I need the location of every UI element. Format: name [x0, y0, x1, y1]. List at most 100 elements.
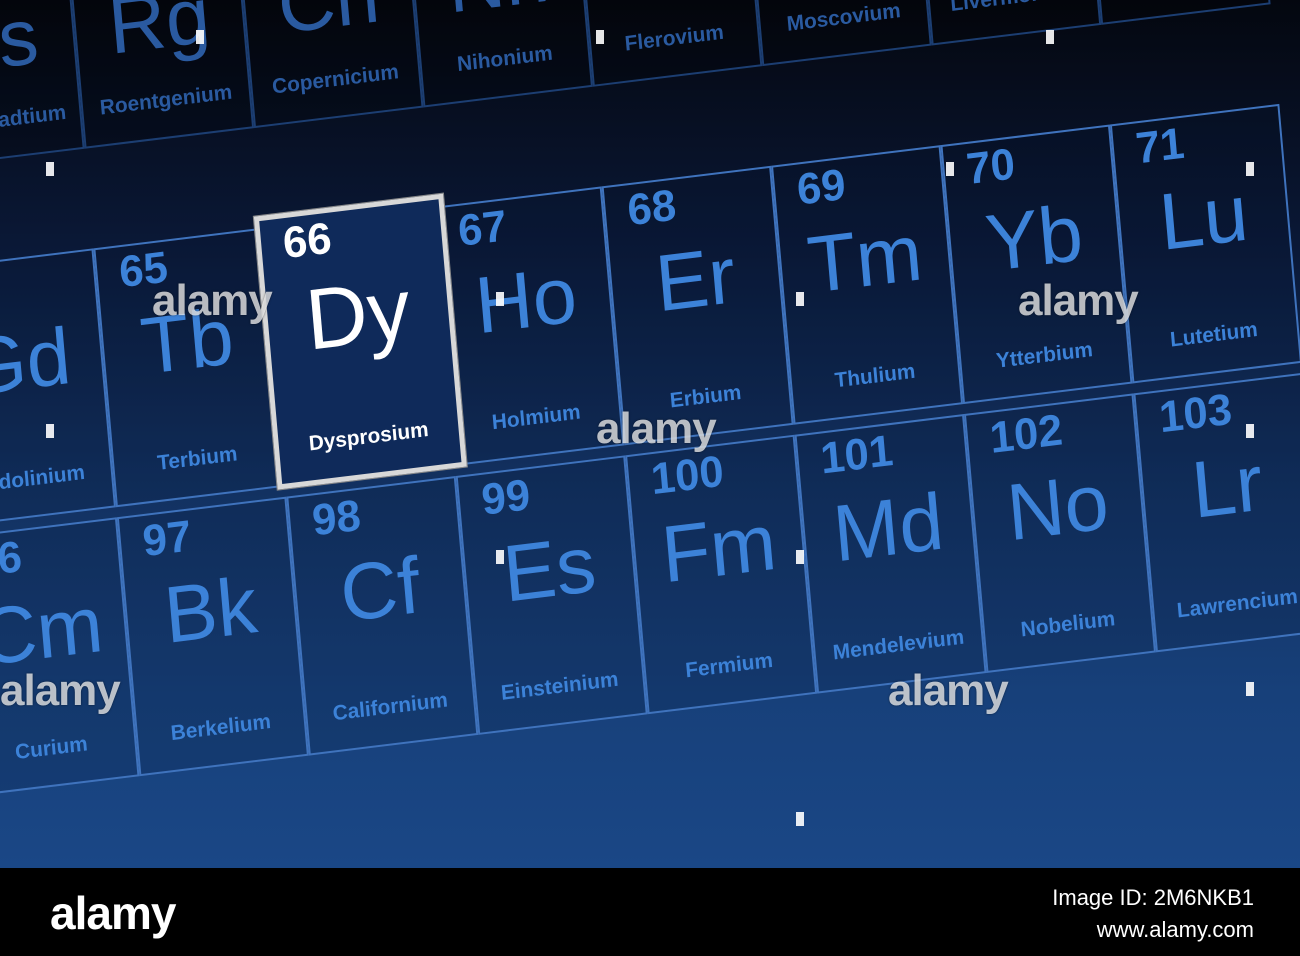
element-symbol: Lr	[1188, 437, 1266, 535]
element-symbol: Ds	[0, 0, 42, 92]
element-name: Californium	[331, 688, 449, 726]
element-name: Lawrencium	[1175, 584, 1299, 623]
element-cell: 102 No Nobelium	[963, 393, 1156, 674]
element-name: Einsteinium	[500, 667, 620, 705]
watermark: alamy	[1018, 276, 1139, 325]
atomic-number: 68	[625, 180, 679, 236]
atomic-number: 96	[0, 532, 24, 587]
element-cell: 101 Md Mendelevium	[794, 414, 987, 694]
element-cell: 103 Lr Lawrencium	[1133, 372, 1300, 653]
atomic-number: 100	[649, 446, 726, 505]
element-name: Holmium	[490, 400, 582, 435]
element-cell: 98 Cf Californium	[286, 475, 479, 756]
element-name: Copernicium	[271, 60, 400, 99]
element-name: Nihonium	[456, 41, 554, 77]
watermark: alamy	[152, 276, 273, 325]
site-url: www.alamy.com	[1096, 916, 1254, 942]
element-cell: 115McMoscovium	[743, 0, 932, 67]
atomic-number: 101	[818, 425, 896, 484]
element-symbol: Lu	[1155, 167, 1252, 267]
stock-footer: alamy Image ID: 2M6NKB1 www.alamy.com	[0, 868, 1300, 956]
watermark: alamy	[0, 666, 121, 715]
periodic-table-scene: 110DsDarmstadtium111RgRoentgenium112CnCo…	[0, 0, 1300, 868]
image-id: Image ID: 2M6NKB1	[1052, 885, 1254, 910]
atomic-number: 102	[987, 405, 1065, 463]
element-symbol: Fm	[658, 496, 780, 600]
element-cell: 71 Lu Lutetium	[1109, 103, 1300, 384]
highlighted-element-cell: 66 Dy Dysprosium	[253, 193, 467, 490]
element-name: Berkelium	[169, 709, 272, 746]
watermark-dot	[596, 30, 604, 44]
periodic-table-grid: 110DsDarmstadtium111RgRoentgenium112CnCo…	[0, 0, 1300, 797]
watermark-dot	[946, 162, 954, 176]
watermark: alamy	[888, 666, 1009, 715]
element-cell: 117TsTennessine	[1081, 0, 1271, 25]
element-name: Roentgenium	[98, 80, 234, 120]
watermark-dot	[196, 30, 204, 44]
watermark-dot	[1246, 162, 1254, 176]
element-name: Dysprosium	[307, 418, 430, 456]
watermark-dot	[796, 550, 804, 564]
element-symbol: Cf	[336, 540, 424, 639]
element-name: Darmstadtium	[0, 100, 68, 141]
element-symbol: No	[1003, 456, 1112, 558]
element-cell: 97 Bk Berkelium	[116, 496, 309, 777]
element-name: Nobelium	[1019, 607, 1117, 642]
element-symbol: Cn	[242, 0, 414, 50]
element-name: Moscovium	[785, 0, 902, 36]
watermark-dot	[46, 162, 54, 176]
watermark: alamy	[596, 404, 717, 453]
element-symbol: Ho	[471, 249, 581, 351]
atomic-number: 97	[140, 511, 194, 567]
watermark-dot	[46, 424, 54, 438]
watermark-dot	[796, 812, 804, 826]
element-cell: 113NhNihonium	[404, 0, 593, 108]
element-symbol: Rg	[104, 0, 214, 71]
element-name: Mendelevium	[831, 625, 966, 665]
atomic-number: 103	[1157, 384, 1234, 443]
watermark-dot	[1046, 30, 1054, 44]
element-cell: 70 Yb Ytterbium	[940, 124, 1133, 405]
element-symbol: Yb	[982, 187, 1087, 289]
element-cell: 112CnCopernicium	[234, 0, 424, 129]
atomic-number: 99	[479, 470, 533, 525]
element-symbol: Gd	[0, 311, 75, 413]
element-symbol: Tm	[803, 207, 926, 310]
footer-logo: alamy	[50, 887, 176, 939]
element-cell: 99 Es Einsteinium	[455, 455, 648, 735]
element-cell: 100 Fm Fermium	[625, 434, 818, 715]
element-symbol: Dy	[302, 260, 414, 369]
element-symbol: Fl	[581, 0, 753, 9]
watermark-dot	[496, 550, 504, 564]
element-symbol: Nh	[412, 0, 584, 30]
element-cell: 65 Tb Terbium	[93, 227, 286, 508]
element-name: Flerovium	[623, 20, 725, 56]
element-cell: 69 Tm Thulium	[771, 145, 964, 425]
watermark-dot	[496, 292, 504, 306]
element-name: Fermium	[684, 648, 774, 683]
atomic-number: 66	[280, 213, 334, 269]
element-name: Gadolinium	[0, 460, 86, 498]
element-symbol: Bk	[160, 560, 261, 660]
element-symbol: Er	[652, 230, 739, 329]
atomic-number: 70	[964, 139, 1017, 195]
element-cell: 116LvLivermorium	[912, 0, 1102, 46]
element-name: Terbium	[156, 442, 239, 475]
element-name: Livermorium	[929, 0, 1096, 17]
watermark-dot	[796, 292, 804, 306]
element-name: Lutetium	[1169, 318, 1259, 352]
element-name: Thulium	[833, 359, 917, 393]
element-name: Curium	[14, 732, 89, 765]
element-symbol: Md	[829, 476, 947, 579]
footer-info: Image ID: 2M6NKB1 www.alamy.com	[1052, 882, 1254, 946]
watermark-dot	[1246, 682, 1254, 696]
element-symbol: Es	[499, 518, 600, 619]
element-name: Ytterbium	[995, 338, 1094, 373]
atomic-number: 71	[1133, 118, 1187, 174]
atomic-number: 98	[310, 490, 363, 546]
element-cell: 96 Cm Curium	[0, 517, 140, 797]
element-cell: 110DsDarmstadtium	[0, 0, 85, 170]
watermark-dot	[1246, 424, 1254, 438]
atomic-number: 69	[794, 160, 848, 215]
atomic-number: 67	[456, 201, 509, 256]
